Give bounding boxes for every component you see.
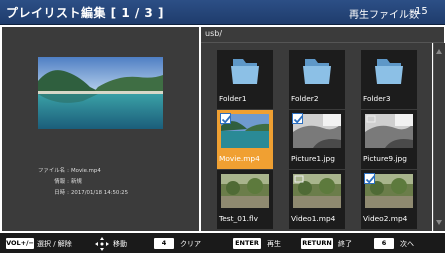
tile-label: Video1.mp4 <box>291 214 336 223</box>
status-value: 新規 <box>71 179 82 185</box>
dpad-icon <box>95 236 109 251</box>
file-count-label: 再生ファイル数 <box>349 10 419 21</box>
page-title: プレイリスト編集 [ 1 / 3 ] <box>6 6 164 20</box>
key-6: 6 <box>374 238 394 249</box>
checkbox-checked[interactable] <box>364 173 376 184</box>
info-filename: ファイル名: Movie.mp4 <box>32 167 101 176</box>
tile-label: Movie.mp4 <box>219 154 260 163</box>
filename-label: ファイル名 <box>38 168 65 174</box>
tile-test01-flv[interactable]: Test_01.flv <box>217 170 273 229</box>
info-date: 日時:2017/01/18 14:50:25 <box>32 189 128 198</box>
exit-text: 終了 <box>338 240 352 248</box>
preview-image <box>38 57 163 129</box>
info-status: 情報: 新規 <box>32 178 82 187</box>
tile-label: Picture9.jpg <box>363 154 407 163</box>
return-key: RETURN <box>301 238 333 249</box>
file-count-value: 15 <box>415 6 428 17</box>
current-path: usb/ <box>205 29 223 38</box>
tile-picture1[interactable]: Picture1.jpg <box>289 110 345 169</box>
scroll-up-icon[interactable] <box>436 49 442 54</box>
enter-key: ENTER <box>233 238 261 249</box>
tile-label: Test_01.flv <box>219 214 259 223</box>
folder-icon <box>293 54 341 88</box>
tile-label: Picture1.jpg <box>291 154 335 163</box>
date-label: 日時 <box>54 190 65 196</box>
tile-picture9[interactable]: Picture9.jpg <box>361 110 417 169</box>
tile-label: Folder3 <box>363 94 391 103</box>
title-bar: プレイリスト編集 [ 1 / 3 ] 再生ファイル数 15 <box>0 0 445 25</box>
filename-value: Movie.mp4 <box>71 168 101 174</box>
garden-thumbnail <box>293 174 341 208</box>
move-text: 移動 <box>113 240 127 248</box>
checkbox-checked[interactable] <box>292 113 304 124</box>
tile-video2-mp4[interactable]: Video2.mp4 <box>361 170 417 229</box>
vol-key: VOL+/− <box>6 238 34 249</box>
grid-scrollbar[interactable] <box>433 43 445 231</box>
preview-panel: ファイル名: Movie.mp4 情報: 新規 日時:2017/01/18 14:5… <box>2 27 199 231</box>
key-4: 4 <box>154 238 174 249</box>
button-guide-bar: VOL+/− 選択 / 解除 移動 4 クリア ENTER 再生 RETURN … <box>0 233 445 253</box>
tile-folder3[interactable]: Folder3 <box>361 50 417 109</box>
bw-photo-thumbnail <box>365 114 413 148</box>
tile-folder2[interactable]: Folder2 <box>289 50 345 109</box>
garden-thumbnail <box>221 174 269 208</box>
select-release-text: 選択 / 解除 <box>37 240 72 248</box>
tile-label: Folder2 <box>291 94 319 103</box>
folder-icon <box>365 54 413 88</box>
status-label: 情報 <box>54 179 65 185</box>
tile-label: Folder1 <box>219 94 247 103</box>
folder-icon <box>221 54 269 88</box>
clear-text: クリア <box>180 240 201 248</box>
tile-folder1[interactable]: Folder1 <box>217 50 273 109</box>
lake-landscape-image <box>38 57 163 129</box>
checkbox-checked[interactable] <box>220 113 232 124</box>
date-value: 2017/01/18 14:50:25 <box>71 190 128 196</box>
play-text: 再生 <box>267 240 281 248</box>
tile-movie-mp4[interactable]: Movie.mp4 <box>217 110 273 169</box>
scroll-down-icon[interactable] <box>436 220 442 225</box>
next-text: 次へ <box>400 240 414 248</box>
path-bar: usb/ <box>201 27 444 43</box>
tile-label: Video2.mp4 <box>363 214 408 223</box>
tile-video1-mp4[interactable]: Video1.mp4 <box>289 170 345 229</box>
